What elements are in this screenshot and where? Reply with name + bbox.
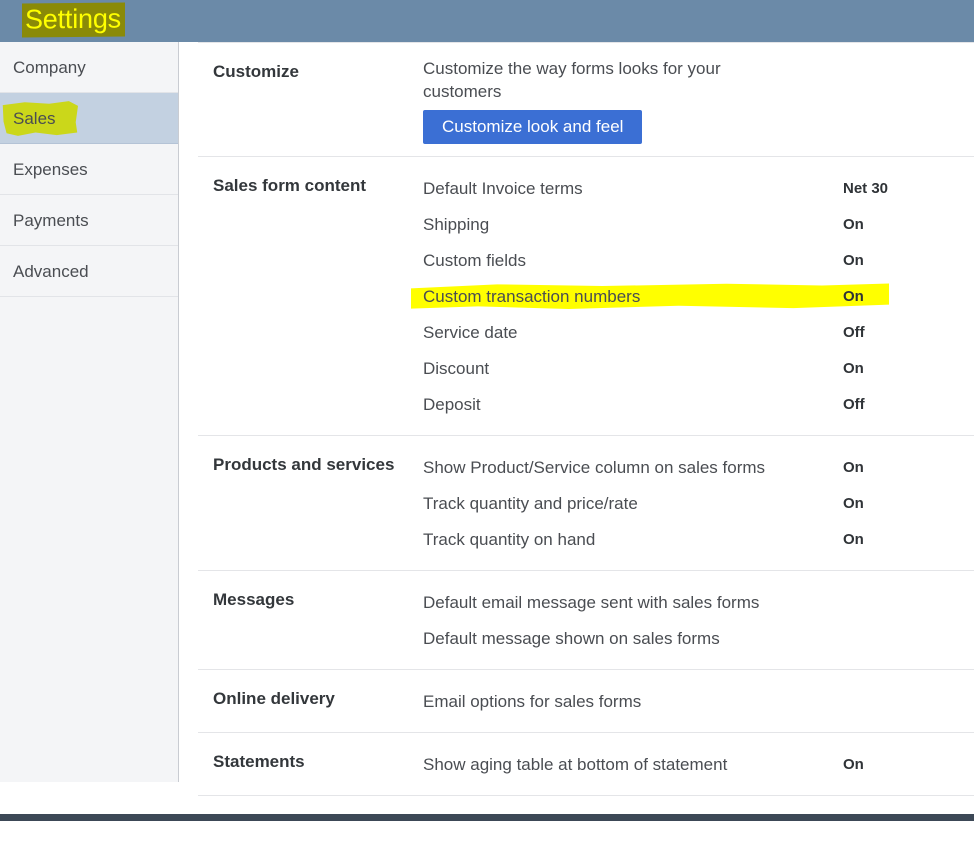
setting-row-label: Default Invoice terms	[423, 179, 583, 198]
setting-row[interactable]: Track quantity and price/rate On	[423, 486, 974, 522]
setting-row-label: Shipping	[423, 215, 490, 234]
page-title: Settings	[22, 2, 125, 38]
setting-row[interactable]: Discount On	[423, 351, 974, 387]
section-label: Customize	[213, 62, 299, 81]
setting-row[interactable]: Service date Off	[423, 315, 974, 351]
section-rows: Default email message sent with sales fo…	[423, 585, 974, 657]
setting-row-value: Off	[843, 396, 865, 413]
sidebar-item-label: Payments	[13, 211, 89, 230]
section-label: Products and services	[213, 455, 395, 474]
sidebar-item-label: Sales	[13, 109, 56, 128]
setting-row-label: Custom transaction numbers	[423, 287, 641, 306]
section-rows: Default Invoice terms Net 30 Shipping On Cus…	[411, 171, 974, 423]
section-divider	[198, 795, 974, 796]
setting-row-value: On	[843, 459, 864, 476]
sidebar-item-label: Advanced	[13, 262, 89, 281]
setting-row-value: On	[843, 288, 864, 305]
settings-section-products-and-services: Products and services Show Product/Servic…	[198, 436, 974, 570]
setting-row-label: Track quantity and price/rate	[423, 494, 638, 513]
setting-row-value: On	[843, 531, 864, 548]
window-bottom-bar	[0, 814, 974, 821]
setting-row-label: Show aging table at bottom of statement	[423, 755, 728, 774]
app-header-bar: Settings	[0, 0, 974, 42]
setting-row-value: On	[843, 495, 864, 512]
settings-section-sales-form-content: Sales form content Default Invoice terms N…	[198, 157, 974, 435]
setting-row[interactable]: Deposit Off	[423, 387, 974, 423]
customize-look-and-feel-button[interactable]: Customize look and feel	[423, 110, 643, 144]
setting-row-label: Show Product/Service column on sales for…	[423, 458, 766, 477]
setting-row[interactable]: Email options for sales forms	[423, 684, 974, 720]
section-rows: Show aging table at bottom of statement O…	[423, 747, 974, 783]
setting-row-label: Email options for sales forms	[423, 692, 642, 711]
section-rows: Show Product/Service column on sales for…	[423, 450, 974, 558]
sidebar-item-sales[interactable]: Sales	[0, 93, 178, 144]
settings-main-panel: Customize Customize the way forms looks f…	[180, 42, 974, 863]
setting-row[interactable]: Default email message sent with sales fo…	[423, 585, 974, 621]
settings-section-customize: Customize Customize the way forms looks f…	[198, 43, 974, 156]
setting-row-label: Discount	[423, 359, 490, 378]
settings-sidebar: Company Sales Expenses Payments Advanced	[0, 42, 179, 782]
settings-section-statements: Statements Show aging table at bottom of …	[198, 733, 974, 795]
setting-row-label: Deposit	[423, 395, 481, 414]
setting-row-value: Off	[843, 324, 865, 341]
setting-row-value: Net 30	[843, 180, 889, 197]
setting-row-label: Track quantity on hand	[423, 530, 596, 549]
setting-row-value: On	[843, 252, 864, 269]
setting-row[interactable]: Track quantity on hand On	[423, 522, 974, 558]
setting-row-label: Default message shown on sales forms	[423, 629, 720, 648]
setting-row[interactable]: Shipping On	[423, 207, 974, 243]
sidebar-item-company[interactable]: Company	[0, 42, 178, 93]
section-rows: Email options for sales forms	[423, 684, 974, 720]
page-title-text: Settings	[22, 2, 125, 38]
setting-row[interactable]: Custom fields On	[423, 243, 974, 279]
setting-row-value: On	[843, 216, 864, 233]
setting-row[interactable]: Show aging table at bottom of statement O…	[423, 747, 974, 783]
settings-section-online-delivery: Online delivery Email options for sales f…	[198, 670, 974, 732]
section-label: Messages	[213, 590, 295, 609]
sidebar-item-advanced[interactable]: Advanced	[0, 246, 178, 297]
customize-description: Customize the way forms looks for your c…	[423, 59, 721, 101]
section-label: Statements	[213, 752, 305, 771]
sidebar-item-label: Company	[13, 58, 86, 77]
setting-row[interactable]: Custom transaction numbers On	[411, 279, 974, 315]
section-label: Sales form content	[213, 176, 367, 195]
section-label: Online delivery	[213, 689, 335, 708]
setting-row-label: Custom fields	[423, 251, 526, 270]
setting-row-value: On	[843, 756, 864, 773]
setting-row[interactable]: Default Invoice terms Net 30	[423, 171, 974, 207]
section-rows: Customize the way forms looks for your c…	[423, 57, 974, 144]
setting-row-label: Default email message sent with sales fo…	[423, 593, 760, 612]
setting-row[interactable]: Show Product/Service column on sales for…	[423, 450, 974, 486]
settings-content: Customize Customize the way forms looks f…	[198, 42, 974, 796]
setting-row-value: On	[843, 360, 864, 377]
settings-section-messages: Messages Default email message sent with …	[198, 571, 974, 669]
body-area: Company Sales Expenses Payments Advanced Cus…	[0, 42, 974, 863]
sidebar-item-label: Expenses	[13, 160, 88, 179]
setting-row[interactable]: Default message shown on sales forms	[423, 621, 974, 657]
sidebar-item-payments[interactable]: Payments	[0, 195, 178, 246]
setting-row-label: Service date	[423, 323, 518, 342]
sidebar-item-expenses[interactable]: Expenses	[0, 144, 178, 195]
